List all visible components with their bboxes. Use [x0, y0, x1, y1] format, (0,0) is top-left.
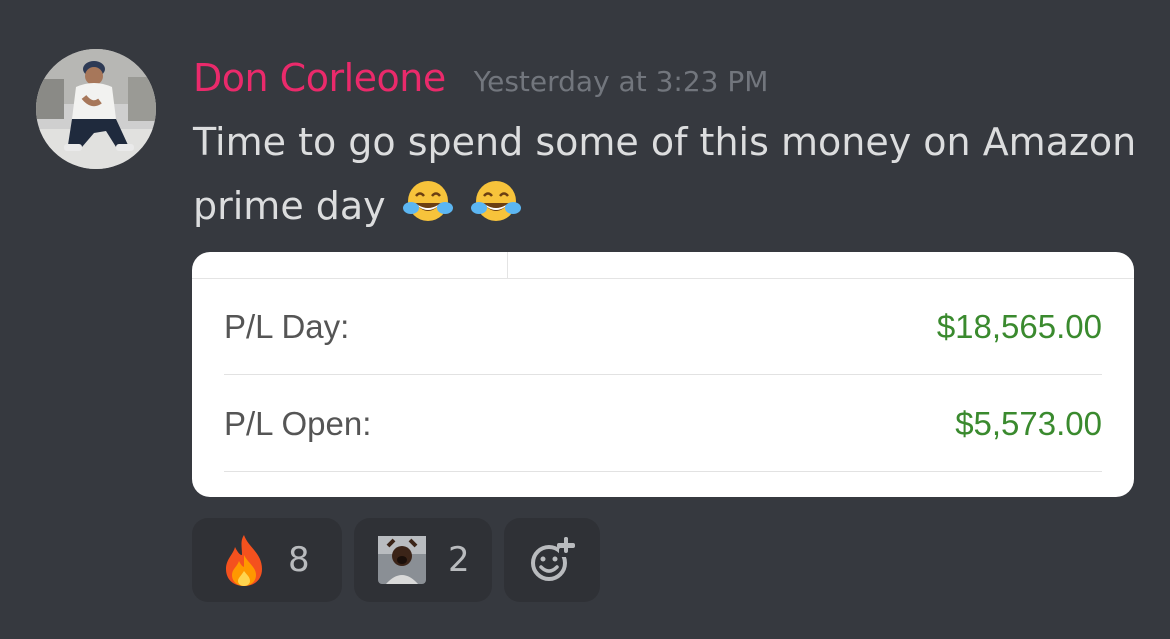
pl-open-value: $5,573.00: [955, 404, 1102, 442]
face-with-tears-of-joy-icon: [402, 181, 453, 221]
message-text: Time to go spend some of this money on A…: [193, 120, 1137, 228]
reaction-custom-emoji[interactable]: 2: [354, 518, 492, 602]
add-reaction-button[interactable]: [504, 518, 600, 602]
pl-day-value: $18,565.00: [936, 307, 1102, 345]
message-content: Time to go spend some of this money on A…: [193, 110, 1143, 238]
custom-emoji-icon: [378, 536, 426, 584]
reaction-count: 2: [448, 540, 470, 580]
face-with-tears-of-joy-icon: [470, 181, 521, 221]
pl-day-label: P/L Day:: [224, 307, 350, 345]
reactions-bar: 8 2: [192, 518, 600, 602]
fire-icon: [226, 535, 262, 586]
pl-day-row: P/L Day: $18,565.00: [224, 279, 1102, 375]
pl-open-label: P/L Open:: [224, 404, 372, 442]
message-header: Don Corleone Yesterday at 3:23 PM: [193, 56, 768, 108]
reaction-count: 8: [288, 540, 310, 580]
add-reaction-icon: [531, 537, 575, 581]
username[interactable]: Don Corleone: [193, 56, 446, 100]
pl-open-row: P/L Open: $5,573.00: [224, 376, 1102, 472]
divider: [507, 252, 508, 278]
image-attachment[interactable]: P/L Day: $18,565.00 P/L Open: $5,573.00: [192, 252, 1134, 497]
user-avatar[interactable]: [36, 49, 156, 169]
chat-message: Don Corleone Yesterday at 3:23 PM Time t…: [0, 0, 1170, 639]
reaction-fire[interactable]: 8: [192, 518, 342, 602]
avatar-photo-icon: [36, 49, 156, 169]
timestamp: Yesterday at 3:23 PM: [473, 65, 769, 98]
